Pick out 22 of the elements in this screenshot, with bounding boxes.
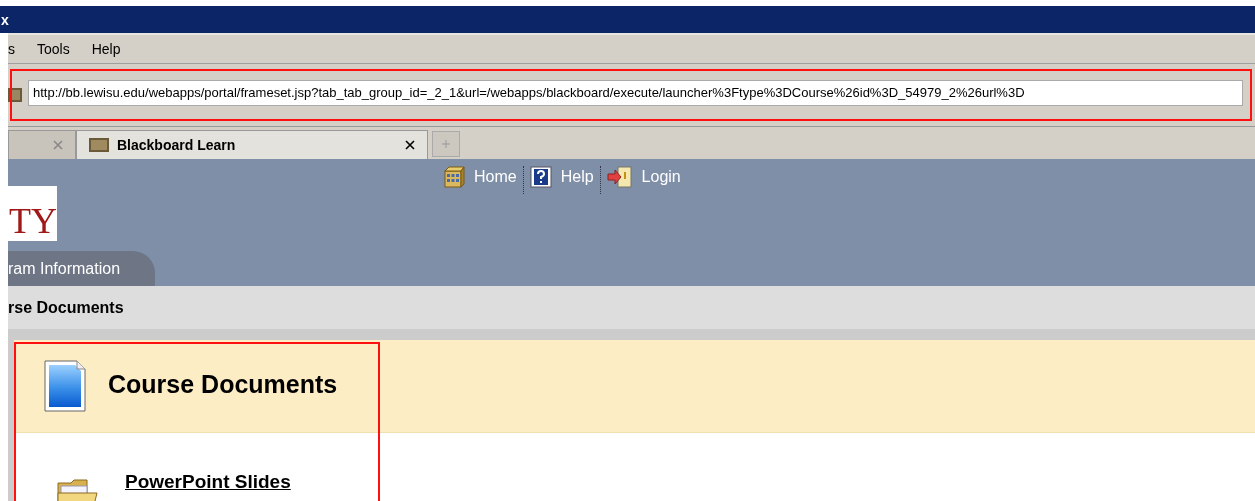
close-icon[interactable] <box>405 140 415 150</box>
menu-item[interactable]: Tools <box>37 41 70 57</box>
nav-tab[interactable]: ram Information <box>8 251 155 286</box>
window-title: x <box>1 11 9 28</box>
folder-icon <box>57 479 101 501</box>
building-icon <box>443 166 465 188</box>
new-tab-button[interactable] <box>432 131 460 157</box>
browser-tab[interactable] <box>8 130 76 159</box>
site-icon <box>89 138 109 152</box>
breadcrumb[interactable]: rse Documents <box>8 298 124 317</box>
page-title: Course Documents <box>108 369 338 399</box>
browser-tab[interactable]: Blackboard Learn <box>76 130 428 159</box>
plus-icon <box>441 139 451 149</box>
item-link[interactable]: PowerPoint Slides <box>125 471 291 493</box>
menu-item[interactable]: s <box>8 41 15 57</box>
door-arrow-icon <box>606 166 633 188</box>
help-icon <box>529 166 552 188</box>
menu-item[interactable]: Help <box>91 41 121 57</box>
tab-label: Blackboard Learn <box>117 137 237 153</box>
address-field[interactable]: http://bb.lewisu.edu/webapps/portal/frameset.jsp?tab_tab_group_id=_2_1&url=/webapps/blackboard/execute/launcher%3Ftype%3DCourse%26id%3D_54979_2%26url%3D <box>28 80 1243 106</box>
document-icon <box>44 360 86 412</box>
logo-text: TY <box>9 201 57 241</box>
